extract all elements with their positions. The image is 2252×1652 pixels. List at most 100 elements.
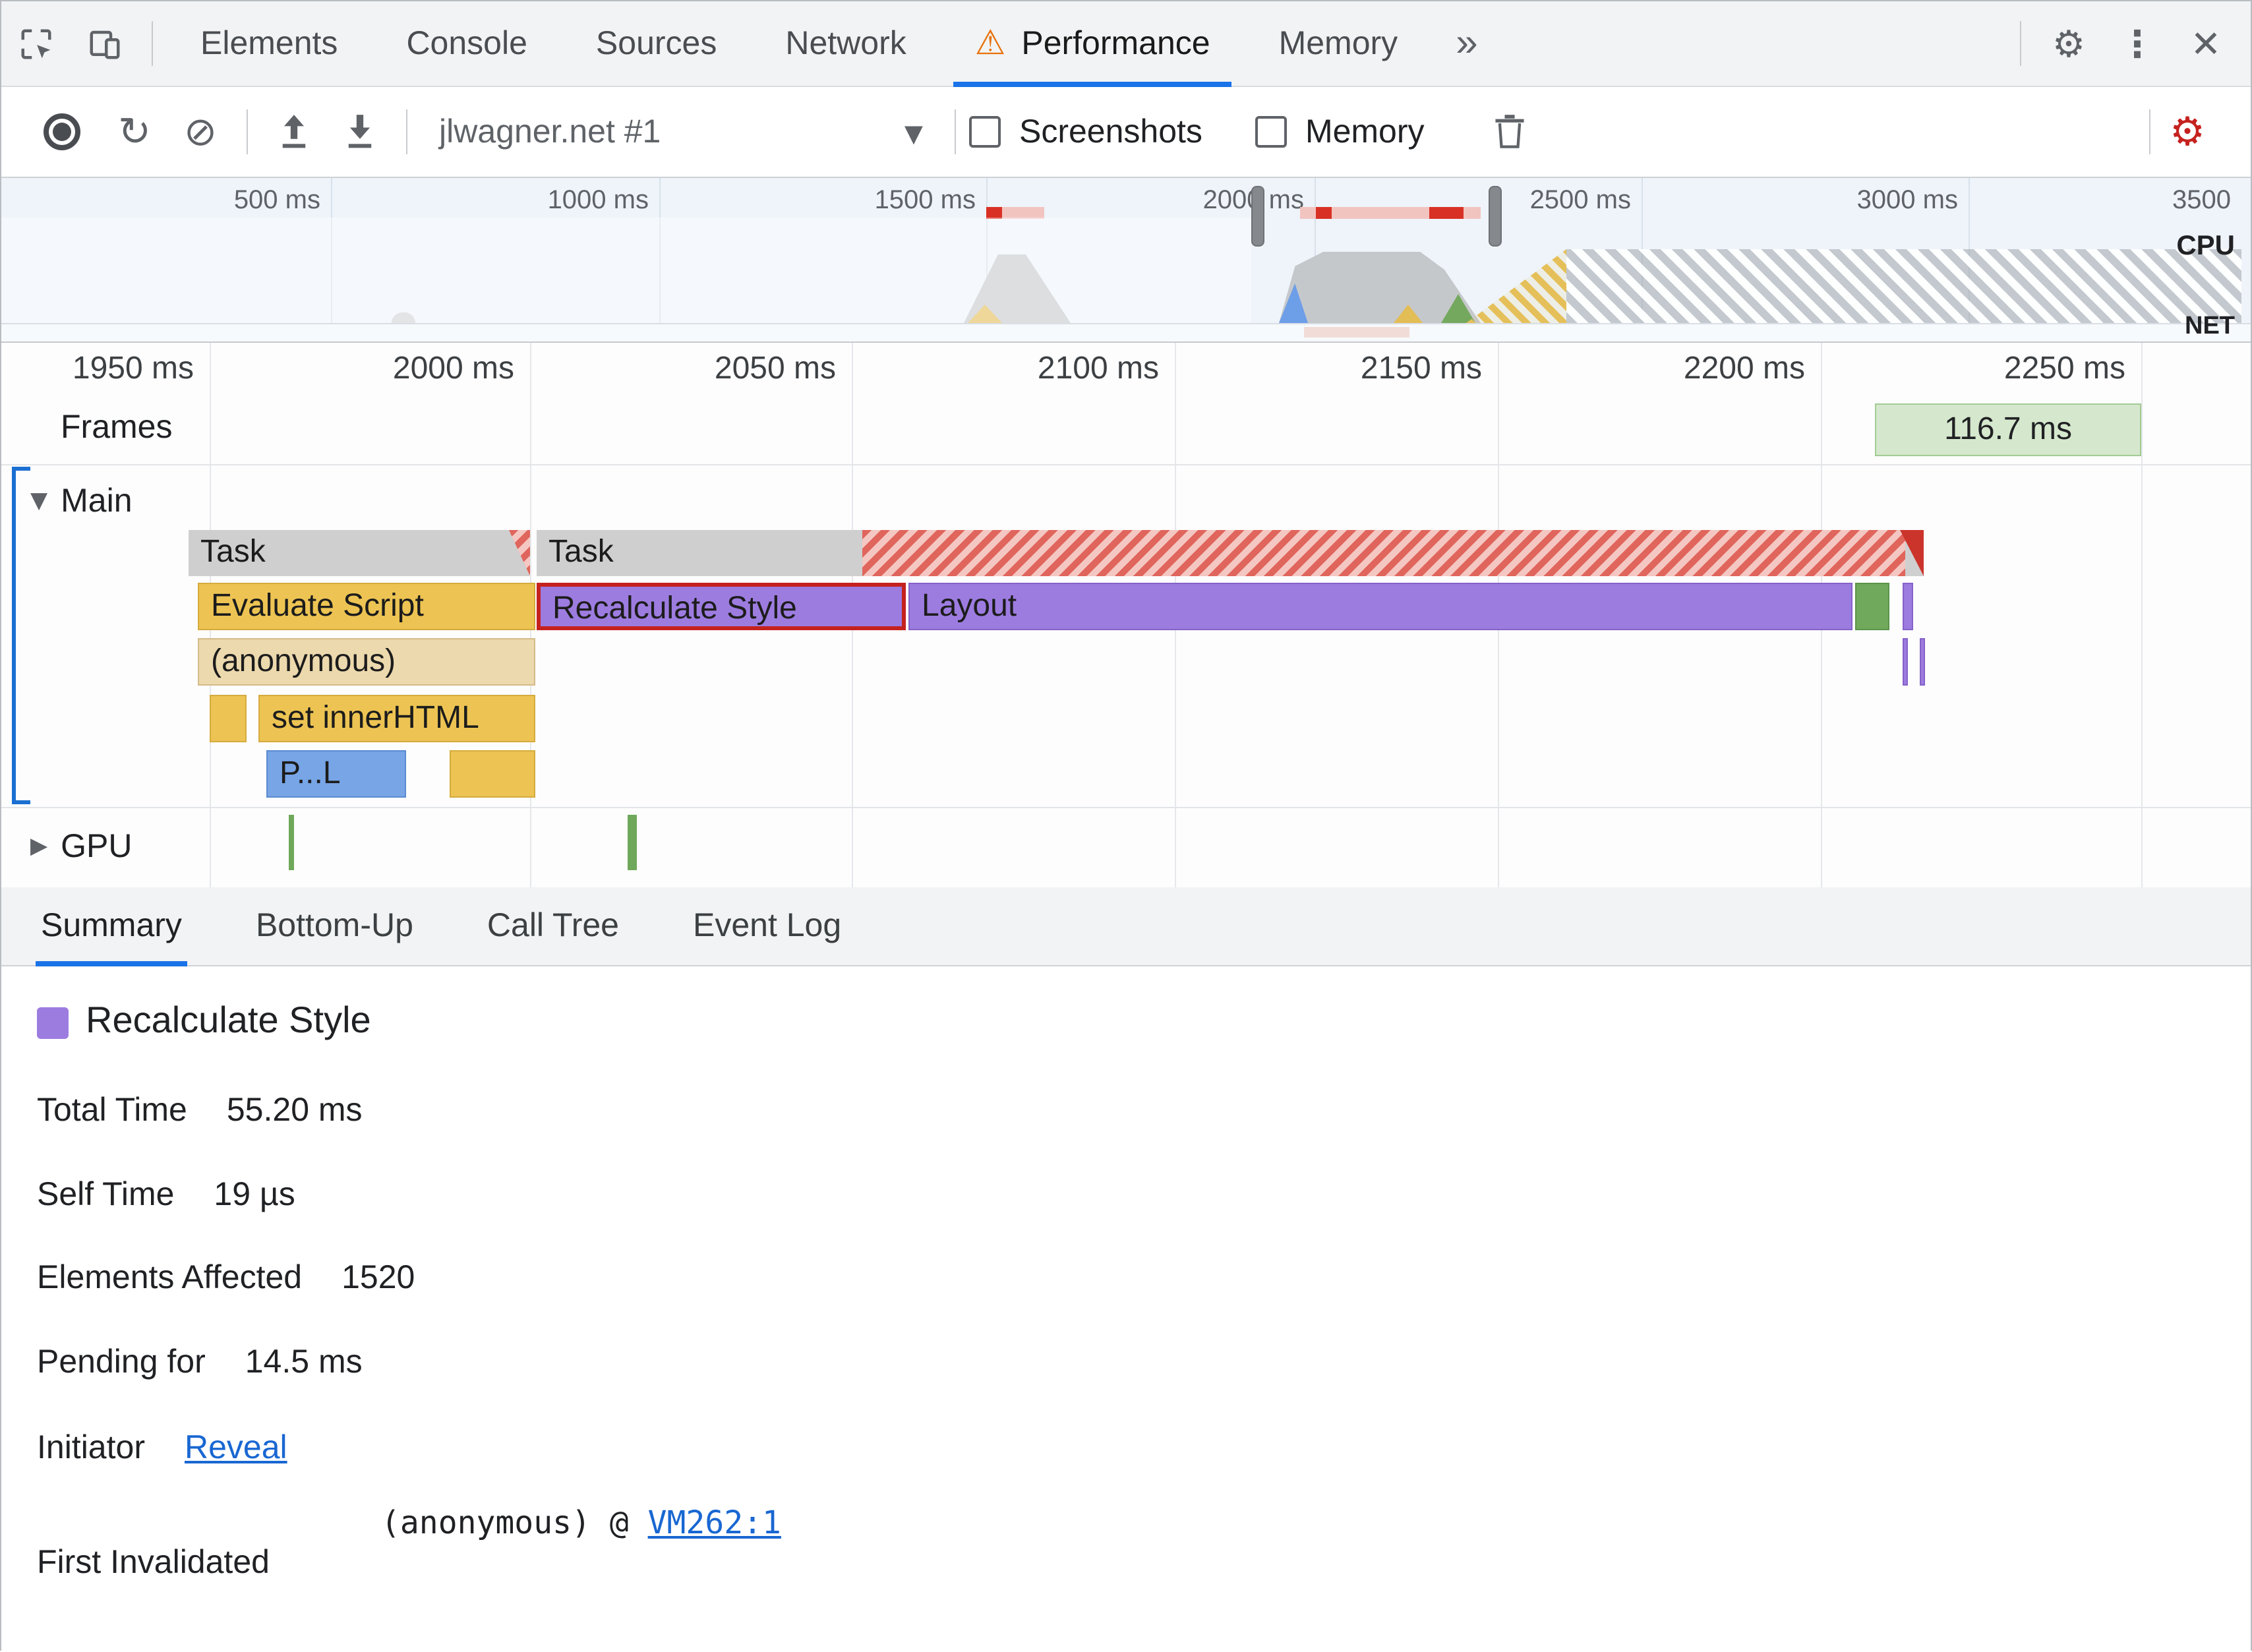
overview-tick: 500 ms <box>233 186 320 215</box>
separator <box>152 21 153 66</box>
load-profile-icon[interactable] <box>261 99 327 165</box>
timeline-tick: 2050 ms <box>714 351 836 386</box>
tab-bottom-up[interactable]: Bottom-Up <box>251 887 419 966</box>
tab-summary[interactable]: Summary <box>36 887 187 966</box>
overview-tick: 3500 <box>2172 186 2231 215</box>
separator <box>955 109 956 154</box>
overview-tick: 2500 ms <box>1529 186 1631 215</box>
capture-settings-gear-icon[interactable]: ⚙ <box>2164 99 2230 165</box>
main-track-selection-bracket <box>12 467 30 804</box>
first-invalidated-label: First Invalidated <box>37 1544 270 1581</box>
settings-gear-icon[interactable]: ⚙ <box>2034 9 2103 78</box>
event-color-swatch <box>37 1007 69 1039</box>
record-button[interactable] <box>44 113 80 150</box>
details-tabbar: Summary Bottom-Up Call Tree Event Log <box>1 887 2251 966</box>
warning-icon: ⚠ <box>974 24 1006 63</box>
net-activity <box>1304 327 1409 338</box>
event-bar-layout[interactable]: Layout <box>908 583 1852 630</box>
idle-hatch-region <box>1566 249 2241 323</box>
more-tabs-icon[interactable]: » <box>1432 21 1501 66</box>
devtools-window: Elements Console Sources Network ⚠ Perfo… <box>0 0 2252 1652</box>
long-task-red-segment <box>1316 207 1332 219</box>
event-bar-small[interactable] <box>1903 583 1913 630</box>
frames-track-label: Frames <box>61 409 173 446</box>
separator <box>2020 21 2021 66</box>
summary-title: Recalculate Style <box>86 999 371 1040</box>
tab-call-tree[interactable]: Call Tree <box>482 887 624 966</box>
cpu-track-label: CPU <box>2176 231 2235 261</box>
memory-checkbox[interactable]: Memory <box>1255 113 1425 151</box>
chevron-collapsed-icon: ▶ <box>30 833 48 860</box>
tab-memory[interactable]: Memory <box>1245 1 1433 86</box>
tab-network[interactable]: Network <box>751 1 940 86</box>
event-bar-small[interactable] <box>450 750 535 798</box>
pending-scripting-hatch <box>1466 249 1566 323</box>
event-bar-anonymous[interactable]: (anonymous) <box>198 638 535 686</box>
timeline-tick: 2250 ms <box>2003 351 2125 386</box>
trash-icon[interactable] <box>1477 99 1543 165</box>
overview-tick: 2000 ms <box>1202 186 1304 215</box>
tab-sources[interactable]: Sources <box>562 1 751 86</box>
summary-pane: Recalculate Style Total Time 55.20 ms Sel… <box>1 966 2251 1652</box>
event-bar-parse-html[interactable]: P...L <box>266 750 406 798</box>
divider <box>1 807 2251 808</box>
event-bar-task[interactable]: Task <box>189 530 530 576</box>
gpu-activity-tick <box>628 815 637 870</box>
long-task-stripes <box>862 530 1905 576</box>
checkbox-box <box>1255 116 1287 148</box>
inspect-element-icon[interactable] <box>1 9 70 78</box>
profile-select[interactable]: jlwagner.net #1 ▾ <box>421 100 941 163</box>
main-track-header[interactable]: ▼ Main <box>30 477 133 525</box>
tab-elements[interactable]: Elements <box>166 1 372 86</box>
chevron-expanded-icon: ▼ <box>30 488 48 514</box>
close-icon[interactable]: ✕ <box>2172 9 2240 78</box>
clear-recording-icon[interactable]: ⊘ <box>167 99 233 165</box>
event-bar-paint[interactable] <box>1855 583 1889 630</box>
frame-duration-block[interactable]: 116.7 ms <box>1875 403 2141 456</box>
reload-and-record-icon[interactable]: ↻ <box>102 99 167 165</box>
overview-tick: 1500 ms <box>874 186 976 215</box>
net-track-label: NET <box>2185 312 2235 340</box>
event-bar-recalculate-style[interactable]: Recalculate Style <box>537 583 906 630</box>
separator <box>2149 109 2150 154</box>
net-band <box>1 323 2251 341</box>
event-bar-small[interactable] <box>1920 638 1925 686</box>
timeline-tick: 2000 ms <box>392 351 514 386</box>
devtools-tabbar: Elements Console Sources Network ⚠ Perfo… <box>1 1 2251 87</box>
event-bar-small[interactable] <box>1903 638 1908 686</box>
stat-self-time: Self Time 19 µs <box>37 1176 295 1213</box>
event-bar-task[interactable]: Task <box>537 530 1924 576</box>
selection-handle-right[interactable] <box>1489 186 1502 247</box>
device-toolbar-icon[interactable] <box>70 9 138 78</box>
save-profile-icon[interactable] <box>327 99 393 165</box>
event-bar-set-innerhtml[interactable]: set innerHTML <box>258 695 535 742</box>
overflow-menu-icon[interactable]: ⋮ <box>2103 9 2172 78</box>
long-task-marker <box>1300 207 1481 219</box>
stat-total-time: Total Time 55.20 ms <box>37 1092 363 1129</box>
screenshots-checkbox[interactable]: Screenshots <box>969 113 1202 151</box>
tab-performance[interactable]: ⚠ Performance <box>941 1 1245 86</box>
stat-initiator: Initiator Reveal <box>37 1429 287 1467</box>
first-invalidated-source-link[interactable]: VM262:1 <box>648 1504 781 1541</box>
stat-pending-for: Pending for 14.5 ms <box>37 1343 363 1380</box>
event-bar-evaluate-script[interactable]: Evaluate Script <box>198 583 535 630</box>
stat-elements-affected: Elements Affected 1520 <box>37 1259 415 1296</box>
tab-console[interactable]: Console <box>372 1 561 86</box>
long-task-corner <box>509 530 530 576</box>
long-task-red-segment <box>1429 207 1464 219</box>
flame-chart[interactable]: 1950 ms 2000 ms 2050 ms 2100 ms 2150 ms … <box>1 343 2251 887</box>
overview-tick: 1000 ms <box>547 186 649 215</box>
timeline-tick: 2100 ms <box>1037 351 1159 386</box>
initiator-reveal-link[interactable]: Reveal <box>185 1429 287 1467</box>
performance-toolbar: ↻ ⊘ jlwagner.net #1 ▾ Screenshots Memory <box>1 87 2251 178</box>
selection-handle-left[interactable] <box>1251 186 1264 247</box>
divider <box>1 464 2251 465</box>
timeline-overview[interactable]: 500 ms 1000 ms 1500 ms 2000 ms 2500 ms 3… <box>1 178 2251 343</box>
gpu-track-header[interactable]: ▶ GPU <box>30 823 133 870</box>
first-invalidated-stack: (anonymous) @ VM262:1 <box>381 1504 781 1541</box>
gpu-activity-tick <box>289 815 294 870</box>
timeline-tick: 2150 ms <box>1360 351 1482 386</box>
timeline-tick: 2200 ms <box>1683 351 1805 386</box>
event-bar-small[interactable] <box>210 695 247 742</box>
tab-event-log[interactable]: Event Log <box>688 887 846 966</box>
